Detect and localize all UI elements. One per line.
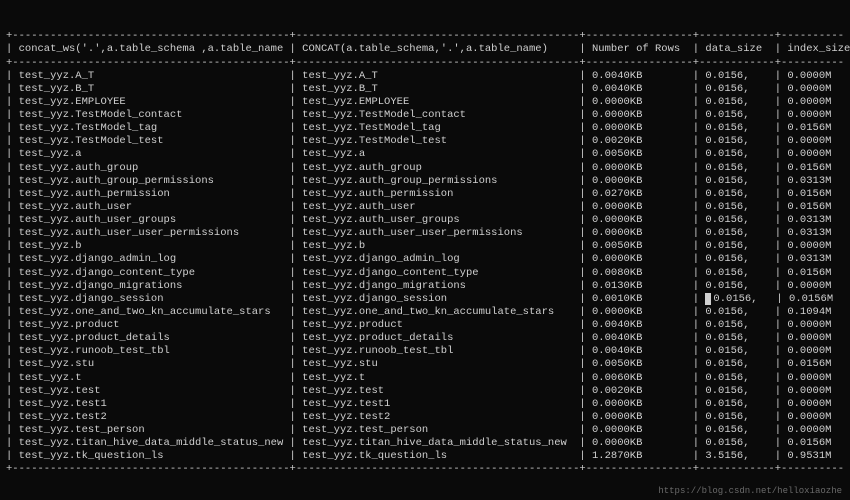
text-cursor <box>705 293 711 305</box>
table-row: | test_yyz.test | test_yyz.test | 0.0020… <box>6 385 844 398</box>
table-row: | test_yyz.test2 | test_yyz.test2 | 0.00… <box>6 411 844 424</box>
table-separator: +---------------------------------------… <box>6 57 844 70</box>
table-separator: +---------------------------------------… <box>6 463 844 476</box>
table-row: | test_yyz.titan_hive_data_middle_status… <box>6 437 844 450</box>
table-row: | test_yyz.test1 | test_yyz.test1 | 0.00… <box>6 398 844 411</box>
table-row: | test_yyz.A_T | test_yyz.A_T | 0.0040KB… <box>6 70 844 83</box>
terminal-output: +---------------------------------------… <box>0 0 850 500</box>
table-row: | test_yyz.t | test_yyz.t | 0.0060KB | 0… <box>6 372 844 385</box>
table-row: | test_yyz.TestModel_test | test_yyz.Tes… <box>6 135 844 148</box>
table-row: | test_yyz.product_details | test_yyz.pr… <box>6 332 844 345</box>
table-row: | test_yyz.one_and_two_kn_accumulate_sta… <box>6 306 844 319</box>
table-row: | test_yyz.auth_user_groups | test_yyz.a… <box>6 214 844 227</box>
table-row: | test_yyz.tk_question_ls | test_yyz.tk_… <box>6 450 844 463</box>
table-row: | test_yyz.auth_group | test_yyz.auth_gr… <box>6 162 844 175</box>
table-separator: +---------------------------------------… <box>6 30 844 43</box>
table-row: | test_yyz.django_migrations | test_yyz.… <box>6 280 844 293</box>
table-row: | test_yyz.TestModel_contact | test_yyz.… <box>6 109 844 122</box>
table-row: | test_yyz.TestModel_tag | test_yyz.Test… <box>6 122 844 135</box>
table-row: | test_yyz.B_T | test_yyz.B_T | 0.0040KB… <box>6 83 844 96</box>
table-row: | test_yyz.auth_user | test_yyz.auth_use… <box>6 201 844 214</box>
table-row: | test_yyz.django_session | test_yyz.dja… <box>6 293 844 306</box>
table-row: | test_yyz.stu | test_yyz.stu | 0.0050KB… <box>6 358 844 371</box>
table-row: | test_yyz.b | test_yyz.b | 0.0050KB | 0… <box>6 240 844 253</box>
table-row: | test_yyz.auth_permission | test_yyz.au… <box>6 188 844 201</box>
table-row: | test_yyz.runoob_test_tbl | test_yyz.ru… <box>6 345 844 358</box>
table-header-row: | concat_ws('.',a.table_schema ,a.table_… <box>6 43 844 56</box>
table-row: | test_yyz.django_admin_log | test_yyz.d… <box>6 253 844 266</box>
table-row: | test_yyz.test_person | test_yyz.test_p… <box>6 424 844 437</box>
result-table: +---------------------------------------… <box>6 30 844 476</box>
table-row: | test_yyz.auth_group_permissions | test… <box>6 175 844 188</box>
table-row: | test_yyz.EMPLOYEE | test_yyz.EMPLOYEE … <box>6 96 844 109</box>
table-row: | test_yyz.django_content_type | test_yy… <box>6 267 844 280</box>
table-row: | test_yyz.auth_user_user_permissions | … <box>6 227 844 240</box>
table-row: | test_yyz.product | test_yyz.product | … <box>6 319 844 332</box>
source-watermark: https://blog.csdn.net/helloxiaozhe <box>658 486 842 497</box>
table-row: | test_yyz.a | test_yyz.a | 0.0050KB | 0… <box>6 148 844 161</box>
